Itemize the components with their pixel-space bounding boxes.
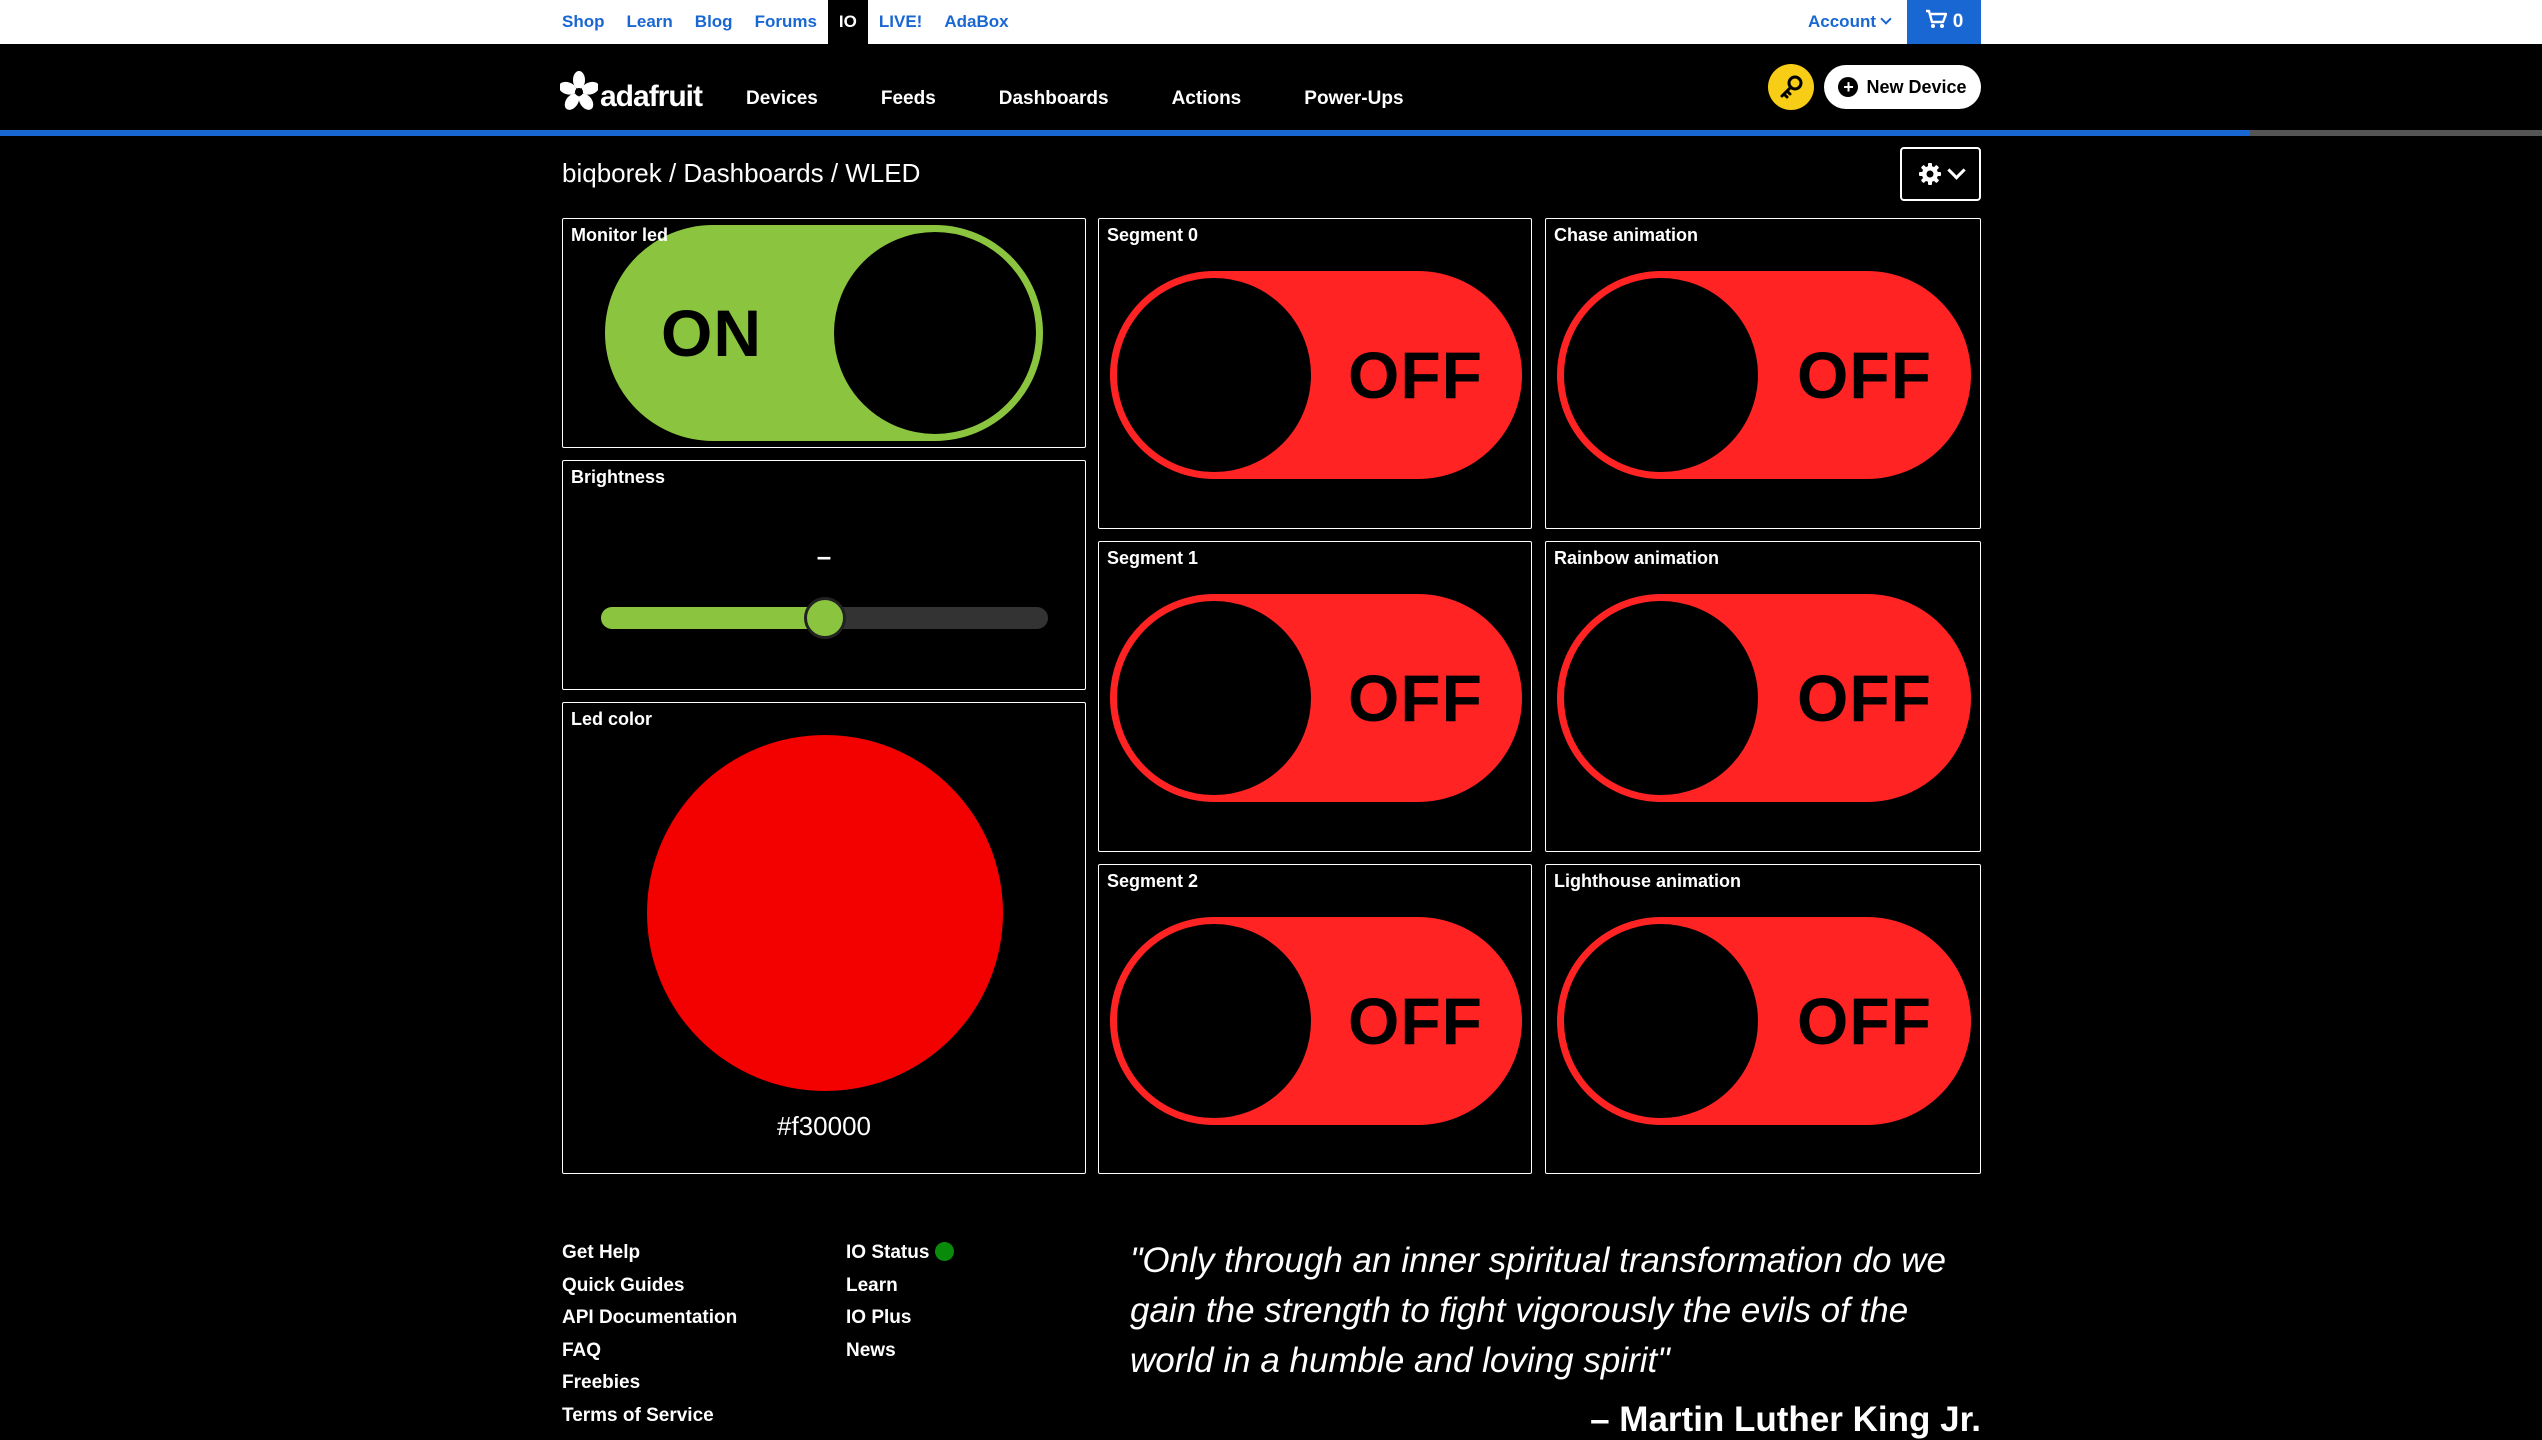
- toggle-state-label: OFF: [1348, 661, 1483, 735]
- footer-link-news[interactable]: News: [846, 1338, 954, 1371]
- block-brightness: Brightness –: [562, 460, 1086, 690]
- slider-value: –: [816, 541, 832, 571]
- block-chase-animation: Chase animation OFF: [1545, 218, 1981, 529]
- footer-link-terms[interactable]: Terms of Service: [562, 1403, 737, 1436]
- toggle-knob: [1559, 919, 1763, 1123]
- footer-link-api-docs[interactable]: API Documentation: [562, 1305, 737, 1338]
- nav-devices[interactable]: Devices: [746, 88, 818, 110]
- top-link-adabox[interactable]: AdaBox: [933, 0, 1019, 44]
- footer-link-io-status[interactable]: IO Status: [846, 1240, 955, 1273]
- toggle-state-label: OFF: [1797, 338, 1932, 412]
- api-key-button[interactable]: [1768, 64, 1814, 110]
- segment-2-toggle[interactable]: OFF: [1110, 917, 1522, 1125]
- adafruit-logo[interactable]: adafruit: [560, 66, 703, 116]
- block-monitor-led: Monitor led ON: [562, 218, 1086, 448]
- logo-text: adafruit: [600, 80, 703, 113]
- footer-links-col-1: Get Help Quick Guides API Documentation …: [562, 1240, 737, 1435]
- footer-link-io-plus[interactable]: IO Plus: [846, 1305, 954, 1338]
- status-dot-icon: [935, 1242, 955, 1261]
- footer-link-freebies[interactable]: Freebies: [562, 1370, 737, 1403]
- block-segment-1: Segment 1 OFF: [1098, 541, 1532, 852]
- toggle-state-label: ON: [661, 296, 762, 370]
- top-link-forums[interactable]: Forums: [744, 0, 828, 44]
- footer-link-quick-guides[interactable]: Quick Guides: [562, 1273, 737, 1306]
- block-title: Chase animation: [1554, 225, 1699, 245]
- chevron-down-icon: [1880, 13, 1892, 25]
- footer-quote: "Only through an inner spiritual transfo…: [1130, 1241, 1946, 1380]
- plus-circle-icon: +: [1838, 77, 1859, 97]
- toggle-knob: [1559, 273, 1763, 477]
- block-title: Segment 0: [1107, 225, 1199, 245]
- top-link-shop[interactable]: Shop: [562, 0, 616, 44]
- nav-accent-line: [0, 130, 2250, 136]
- footer-link-learn[interactable]: Learn: [846, 1273, 954, 1306]
- top-link-learn[interactable]: Learn: [616, 0, 684, 44]
- monitor-led-toggle[interactable]: ON: [605, 225, 1043, 441]
- toggle-knob: [1112, 596, 1316, 800]
- top-link-blog[interactable]: Blog: [684, 0, 744, 44]
- toggle-knob: [1112, 919, 1316, 1123]
- nav-power-ups[interactable]: Power-Ups: [1304, 88, 1403, 110]
- footer-link-faq[interactable]: FAQ: [562, 1338, 737, 1371]
- account-label: Account: [1808, 12, 1876, 31]
- nav-items: Devices Feeds Dashboards Actions Power-U…: [746, 88, 1467, 110]
- toggle-state-label: OFF: [1348, 984, 1483, 1058]
- block-title: Led color: [571, 709, 653, 729]
- color-hex-value: #f30000: [777, 1111, 871, 1141]
- top-link-io[interactable]: IO: [827, 0, 868, 44]
- nav-divider-line: [2250, 130, 2542, 136]
- cart-button[interactable]: 0: [1907, 0, 1981, 44]
- key-icon: [1780, 75, 1803, 99]
- block-title: Segment 1: [1107, 548, 1199, 568]
- toggle-knob: [1112, 273, 1316, 477]
- rainbow-animation-toggle[interactable]: OFF: [1557, 594, 1971, 802]
- segment-1-toggle[interactable]: OFF: [1110, 594, 1522, 802]
- new-device-label: New Device: [1866, 76, 1967, 97]
- toggle-state-label: OFF: [1797, 984, 1932, 1058]
- brightness-slider[interactable]: [601, 597, 1048, 639]
- block-segment-0: Segment 0 OFF: [1098, 218, 1532, 529]
- block-title: Brightness: [571, 467, 666, 487]
- new-device-button[interactable]: + New Device: [1824, 65, 1981, 109]
- slider-fill: [601, 607, 825, 629]
- io-status-label: IO Status: [846, 1242, 930, 1263]
- footer-links-col-2: IO Status Learn IO Plus News: [846, 1240, 955, 1371]
- block-lighthouse-animation: Lighthouse animation OFF: [1545, 864, 1981, 1174]
- segment-0-toggle[interactable]: OFF: [1110, 271, 1522, 479]
- cart-count: 0: [1952, 11, 1964, 32]
- gear-icon: [1919, 163, 1941, 185]
- dashboard-settings-button[interactable]: [1900, 147, 1981, 201]
- nav-feeds[interactable]: Feeds: [881, 88, 936, 110]
- top-utility-bar: Shop Learn Blog Forums IO LIVE! AdaBox A…: [0, 0, 2542, 44]
- block-title: Monitor led: [571, 225, 668, 245]
- toggle-knob: [829, 227, 1041, 439]
- main-nav: adafruit Devices Feeds Dashboards Action…: [0, 44, 2542, 130]
- nav-actions[interactable]: Actions: [1172, 88, 1242, 110]
- footer-link-get-help[interactable]: Get Help: [562, 1240, 737, 1273]
- flower-logo-icon: [560, 71, 598, 110]
- block-title: Rainbow animation: [1554, 548, 1720, 568]
- block-title: Segment 2: [1107, 871, 1199, 891]
- breadcrumb: biqborek / Dashboards / WLED: [562, 158, 921, 188]
- toggle-knob: [1559, 596, 1763, 800]
- block-title: Lighthouse animation: [1554, 871, 1741, 891]
- block-rainbow-animation: Rainbow animation OFF: [1545, 541, 1981, 852]
- nav-dashboards[interactable]: Dashboards: [999, 88, 1109, 110]
- toggle-state-label: OFF: [1797, 661, 1932, 735]
- color-swatch[interactable]: [647, 735, 1003, 1091]
- top-links: Shop Learn Blog Forums IO LIVE! AdaBox: [562, 0, 1020, 44]
- account-menu[interactable]: Account: [1808, 0, 1892, 44]
- toggle-state-label: OFF: [1348, 338, 1483, 412]
- lighthouse-animation-toggle[interactable]: OFF: [1557, 917, 1971, 1125]
- block-segment-2: Segment 2 OFF: [1098, 864, 1532, 1174]
- top-link-live[interactable]: LIVE!: [868, 0, 933, 44]
- cart-icon: [1925, 9, 1947, 35]
- slider-thumb[interactable]: [803, 597, 846, 639]
- chevron-down-icon: [1947, 160, 1966, 180]
- chase-animation-toggle[interactable]: OFF: [1557, 271, 1971, 479]
- block-led-color: Led color #f30000: [562, 702, 1086, 1174]
- quote-author: – Martin Luther King Jr.: [1590, 1400, 1981, 1439]
